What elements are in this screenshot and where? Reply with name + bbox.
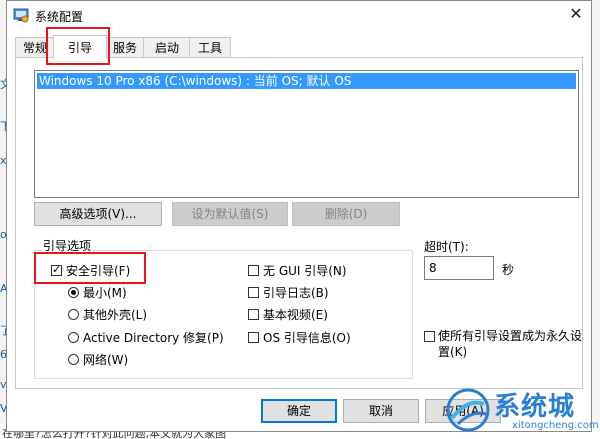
watermark-logo-icon — [446, 388, 490, 432]
tab-boot[interactable]: 引导 — [53, 35, 107, 59]
os-list-item[interactable]: Windows 10 Pro x86 (C:\windows) : 当前 OS;… — [37, 73, 576, 89]
set-default-button[interactable]: 设为默认值(S) — [172, 202, 288, 226]
make-permanent-label: 使所有引导设置成为永久设置(K) — [438, 329, 583, 359]
ok-button[interactable]: 确定 — [261, 399, 337, 423]
radio-alternate-shell-label: 其他外壳(L) — [83, 308, 148, 322]
advanced-options-button[interactable]: 高级选项(V)... — [34, 202, 162, 226]
radio-checked-icon — [68, 287, 79, 298]
boot-log-label: 引导日志(B) — [263, 286, 329, 300]
tab-tools[interactable]: 工具 — [189, 37, 231, 58]
base-video-checkbox[interactable]: 基本视频(E) — [248, 307, 328, 323]
safe-boot-highlight-box — [34, 252, 146, 284]
radio-unchecked-icon — [68, 354, 79, 365]
base-video-label: 基本视频(E) — [263, 308, 328, 322]
radio-network-label: 网络(W) — [83, 353, 129, 367]
radio-minimal-label: 最小(M) — [83, 286, 127, 300]
tab-startup[interactable]: 启动 — [143, 37, 191, 58]
close-button[interactable]: ✕ — [563, 1, 589, 27]
timeout-label: 超时(T): — [424, 240, 469, 254]
no-gui-boot-label: 无 GUI 引导(N) — [263, 264, 347, 278]
boot-log-checkbox[interactable]: 引导日志(B) — [248, 285, 329, 301]
radio-ad-repair-label: Active Directory 修复(P) — [83, 331, 224, 345]
checkbox-unchecked-icon — [248, 287, 259, 298]
checkbox-unchecked-icon — [248, 265, 259, 276]
system-config-app-icon — [13, 8, 29, 23]
watermark-url: xitongcheng.com — [512, 420, 599, 431]
window-title: 系统配置 — [35, 10, 84, 24]
cancel-button[interactable]: 取消 — [343, 399, 419, 423]
radio-network[interactable]: 网络(W) — [68, 352, 128, 368]
radio-ad-repair[interactable]: Active Directory 修复(P) — [68, 330, 224, 346]
checkbox-unchecked-icon — [248, 332, 259, 343]
watermark: 系统城 xitongcheng.com — [446, 386, 599, 436]
close-icon: ✕ — [569, 4, 583, 23]
boot-tab-panel: Windows 10 Pro x86 (C:\windows) : 当前 OS;… — [15, 57, 583, 389]
radio-alternate-shell[interactable]: 其他外壳(L) — [68, 307, 147, 323]
radio-unchecked-icon — [68, 332, 79, 343]
os-boot-info-label: OS 引导信息(O) — [263, 331, 351, 345]
radio-minimal[interactable]: 最小(M) — [68, 285, 127, 301]
timeout-input[interactable]: 8 — [424, 256, 494, 280]
radio-unchecked-icon — [68, 309, 79, 320]
checkbox-unchecked-icon — [424, 331, 435, 342]
watermark-text: 系统城 — [494, 392, 576, 422]
tab-services[interactable]: 服务 — [105, 37, 145, 58]
os-boot-info-checkbox[interactable]: OS 引导信息(O) — [248, 330, 351, 346]
os-list[interactable]: Windows 10 Pro x86 (C:\windows) : 当前 OS;… — [34, 70, 579, 198]
timeout-unit: 秒 — [502, 263, 515, 277]
title-bar[interactable]: 系统配置 ✕ — [7, 1, 591, 29]
no-gui-boot-checkbox[interactable]: 无 GUI 引导(N) — [248, 263, 347, 279]
checkbox-unchecked-icon — [248, 309, 259, 320]
delete-button[interactable]: 删除(D) — [292, 202, 400, 226]
